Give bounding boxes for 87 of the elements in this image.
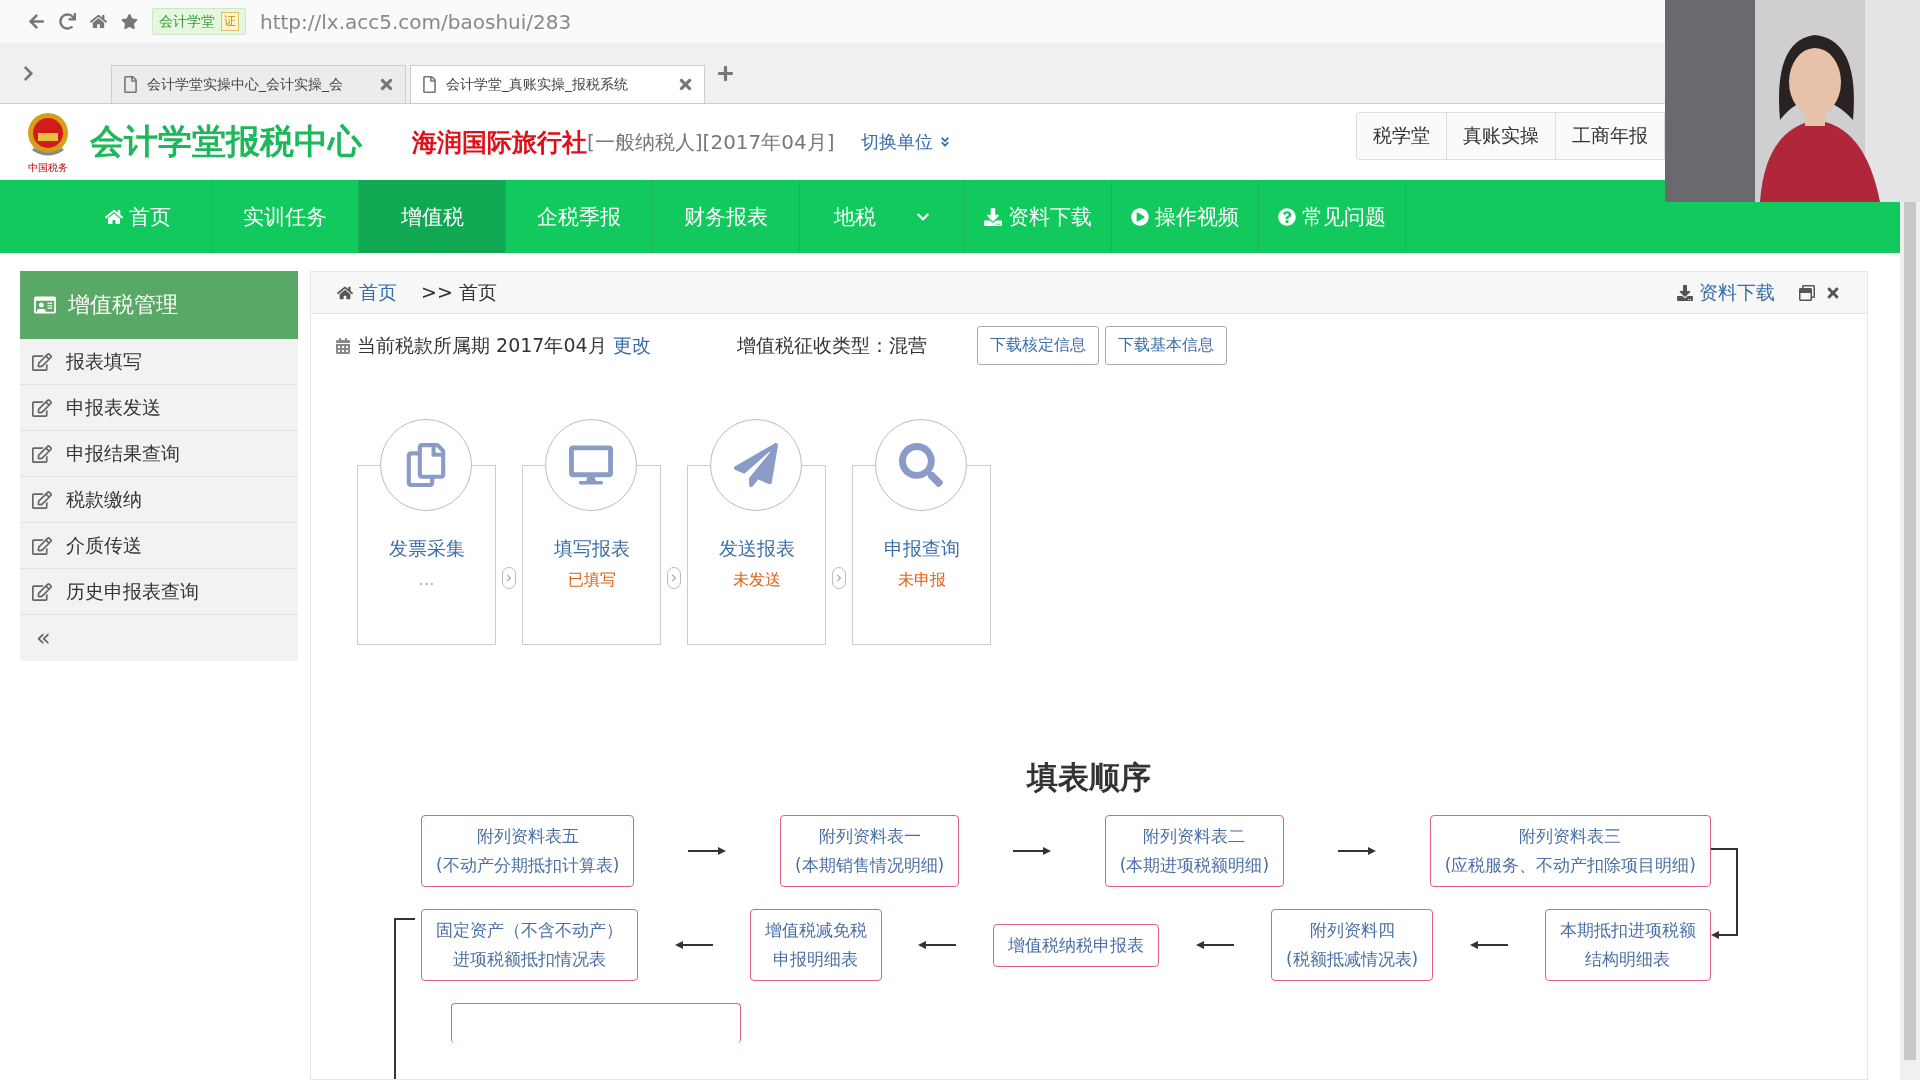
- sidebar-item[interactable]: 历史申报表查询: [20, 569, 298, 615]
- collapse-button[interactable]: «: [20, 615, 298, 661]
- card-icon: [34, 294, 56, 316]
- sidebar-item[interactable]: 报表填写: [20, 339, 298, 385]
- restore-icon[interactable]: [1799, 284, 1815, 301]
- step-title: 发送报表: [718, 536, 795, 561]
- top-link[interactable]: 税学堂: [1357, 113, 1447, 159]
- browser-tab[interactable]: 会计学堂实操中心_会计实操_会: [111, 65, 406, 103]
- sidebar-item[interactable]: 税款缴纳: [20, 477, 298, 523]
- sidebar-title: 增值税管理: [68, 291, 178, 319]
- sidebar-item[interactable]: 申报结果查询: [20, 431, 298, 477]
- reload-icon[interactable]: [59, 13, 76, 30]
- company-name: 海润国际旅行社: [412, 126, 587, 159]
- monitor-icon: [569, 443, 613, 487]
- arrow-icon: [918, 940, 957, 950]
- new-tab-icon[interactable]: [717, 64, 734, 82]
- help-icon: [1278, 207, 1296, 226]
- arrow-icon: [674, 940, 713, 950]
- tax-period: 当前税款所属期 2017年04月: [357, 332, 607, 358]
- edit-icon: [32, 397, 52, 418]
- form-box[interactable]: 增值税纳税申报表: [993, 923, 1160, 967]
- edit-icon: [32, 489, 52, 510]
- form-box[interactable]: 本期抵扣进项税额 结构明细表: [1544, 909, 1711, 981]
- form-box[interactable]: 附列资料表二 (本期进项税额明细): [1104, 815, 1285, 887]
- arrow-icon: [1470, 940, 1509, 950]
- documents-icon: [404, 443, 448, 487]
- form-box[interactable]: 附列资料表一 (本期销售情况明细): [779, 815, 960, 887]
- download-icon: [984, 207, 1002, 226]
- company-info: [一般纳税人][2017年04月]: [587, 128, 835, 154]
- levy-type: 增值税征收类型：混营: [736, 332, 927, 358]
- form-box[interactable]: 增值税减免税 申报明细表: [749, 909, 882, 981]
- arrow-icon: [688, 846, 727, 856]
- breadcrumb-current: >> 首页: [421, 279, 497, 305]
- flow-title: 填表顺序: [1025, 758, 1152, 797]
- step-status: 未申报: [897, 570, 946, 591]
- home-icon: [105, 207, 123, 226]
- tab-title: 会计学堂实操中心_会计实操_会: [147, 75, 344, 94]
- step-title: 发票采集: [388, 536, 465, 561]
- edit-icon: [32, 443, 52, 464]
- play-icon: [1131, 207, 1149, 226]
- step-title: 申报查询: [883, 536, 960, 561]
- arrow-icon: [1196, 940, 1235, 950]
- download-icon: [1677, 284, 1693, 301]
- step-title: 填写报表: [553, 536, 630, 561]
- site-name: 会计学堂: [159, 12, 215, 31]
- download-button[interactable]: 下载核定信息: [976, 326, 1099, 365]
- scrollbar[interactable]: [1904, 200, 1916, 1060]
- arrow-icon: [1337, 846, 1376, 856]
- double-chevron-icon: [938, 136, 951, 148]
- change-link[interactable]: 更改: [612, 332, 651, 359]
- home-icon[interactable]: [90, 13, 107, 30]
- arrow-icon: [1012, 846, 1051, 856]
- close-icon[interactable]: [677, 76, 694, 93]
- close-icon[interactable]: [378, 76, 395, 93]
- sidebar-item[interactable]: 申报表发送: [20, 385, 298, 431]
- form-box[interactable]: 附列资料表三 (应税服务、不动产扣除项目明细): [1429, 815, 1711, 887]
- download-button[interactable]: 下载基本信息: [1104, 326, 1227, 365]
- page-icon: [122, 76, 139, 93]
- top-link[interactable]: 真账实操: [1447, 113, 1556, 159]
- edit-icon: [32, 535, 52, 556]
- step-status: 已填写: [567, 570, 616, 591]
- top-link[interactable]: 工商年报: [1556, 113, 1665, 159]
- back-icon[interactable]: [28, 13, 45, 30]
- calendar-icon: [335, 337, 351, 354]
- address-text[interactable]: http://lx.acc5.com/baoshui/283: [260, 9, 572, 34]
- edit-icon: [32, 351, 52, 372]
- star-icon[interactable]: [121, 13, 138, 30]
- step-status: …: [418, 570, 435, 589]
- sidebar-item[interactable]: 介质传送: [20, 523, 298, 569]
- emblem-caption: 中国税务: [28, 161, 68, 175]
- site-title: 会计学堂报税中心: [90, 120, 362, 163]
- download-link[interactable]: 资料下载: [1677, 279, 1775, 306]
- edit-icon: [32, 581, 52, 602]
- step-status: 未发送: [732, 570, 781, 591]
- browser-tab[interactable]: 会计学堂_真账实操_报税系统: [410, 65, 705, 103]
- paper-plane-icon: [734, 443, 778, 487]
- form-box[interactable]: 固定资产（不含不动产） 进项税额抵扣情况表: [421, 909, 638, 981]
- nav-item[interactable]: 增值税: [359, 180, 506, 253]
- cert-badge: 证: [221, 12, 239, 31]
- home-icon: [337, 284, 353, 301]
- form-box[interactable]: 附列资料表五 (不动产分期抵扣计算表): [421, 815, 635, 887]
- tab-title: 会计学堂_真账实操_报税系统: [446, 75, 629, 94]
- switch-unit-link[interactable]: 切换单位: [860, 130, 951, 154]
- page-icon: [421, 76, 438, 93]
- breadcrumb-home[interactable]: 首页: [337, 279, 397, 306]
- search-icon: [899, 443, 943, 487]
- form-box[interactable]: 附列资料四 (税额抵减情况表): [1270, 909, 1434, 981]
